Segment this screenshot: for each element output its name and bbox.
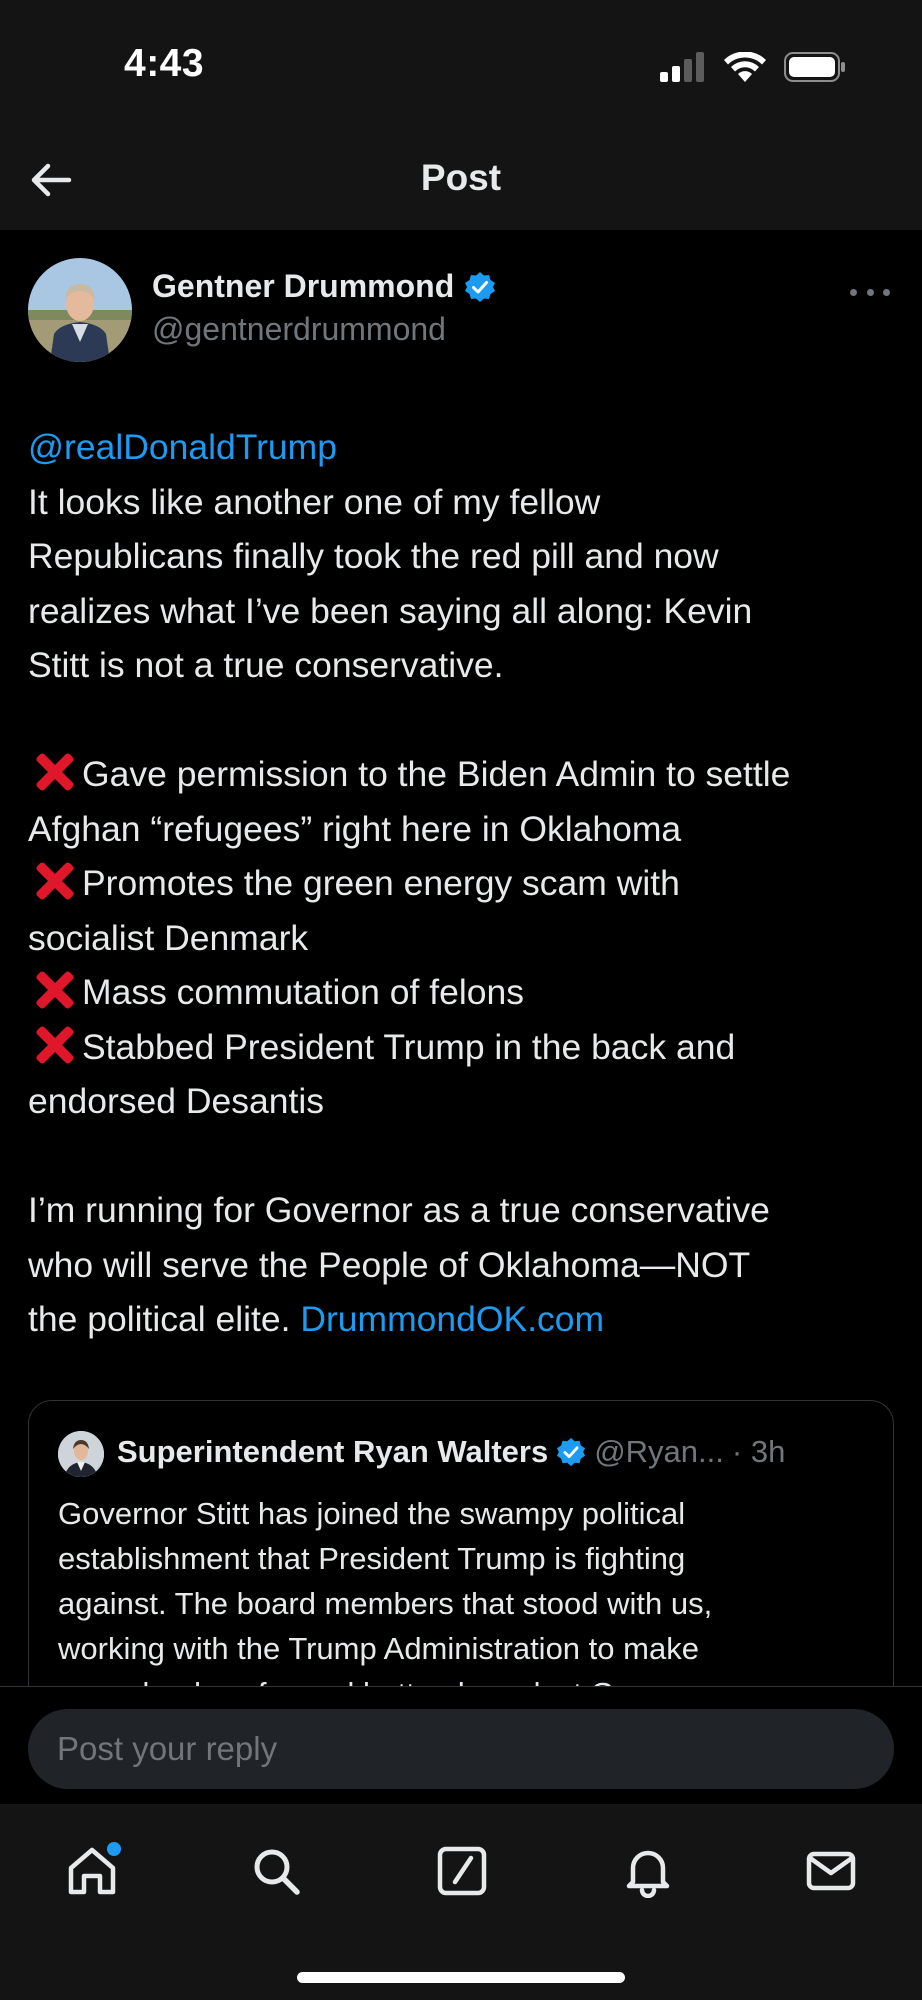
notification-dot [107,1842,121,1856]
cross-mark-icon [28,1024,78,1064]
post-text-line: socialist Denmark [28,917,309,958]
cellular-signal-icon [660,52,704,82]
more-dot-icon [866,288,874,296]
quoted-text-line: against. The board members that stood wi… [58,1586,713,1621]
avatar-image [28,258,132,362]
quoted-author-handle: @Ryan... [594,1434,724,1469]
mention-link[interactable]: @realDonaldTrump [28,427,337,467]
home-indicator [297,1972,625,1983]
bullet-item: Mass commutation of felons [28,965,898,1020]
post-text-line: It looks like another one of my fellow [28,481,601,522]
cross-mark-icon [28,860,78,900]
mail-icon [806,1851,856,1891]
author-name[interactable]: Gentner Drummond [152,268,496,305]
cross-mark-icon [28,751,78,791]
post-text-line: Afghan “refugees” right here in Oklahoma [28,808,682,849]
compose-icon [437,1846,487,1896]
quoted-text-line: Governor Stitt has joined the swampy pol… [58,1496,686,1531]
status-time: 4:43 [124,42,205,85]
author-name-text: Gentner Drummond [152,268,455,304]
quoted-avatar-image [58,1431,104,1477]
status-icons [660,52,846,82]
bullet-item: Stabbed President Trump in the back and [28,1020,898,1075]
quoted-author-avatar [58,1431,104,1477]
wifi-icon [724,52,766,82]
page-title: Post [420,157,502,198]
status-bar: 4:43 [0,0,922,135]
quoted-text-line: working with the Trump Administration to… [58,1631,699,1666]
quoted-text-line: our schools safer and better, have lost … [58,1671,868,1686]
bell-icon [626,1850,670,1898]
bottom-tab-bar [0,1804,922,2000]
more-dot-icon [883,288,890,296]
tab-notifications[interactable] [613,1836,683,1906]
tab-search[interactable] [241,1836,311,1906]
post: Gentner Drummond @gentnerdrummond @realD… [0,230,922,1686]
post-text-line: endorsed Desantis [28,1081,325,1121]
post-text-line: who will serve the People of Oklahoma—NO… [28,1244,751,1285]
verified-badge-icon [465,271,496,302]
tab-home[interactable] [57,1836,127,1906]
tab-messages[interactable] [796,1836,866,1906]
bullet-item: Promotes the green energy scam with [28,856,898,911]
reply-input[interactable] [28,1709,894,1789]
verified-badge-icon [557,1437,586,1467]
author-avatar[interactable] [28,258,132,362]
quoted-text-line: establishment that President Trump is fi… [58,1541,686,1576]
reply-bar [0,1686,922,1804]
author-handle[interactable]: @gentnerdrummond [152,311,446,348]
cross-mark-icon [28,969,78,1009]
quoted-post-text: Governor Stitt has joined the swampy pol… [58,1491,868,1686]
post-text-line: realizes what I’ve been saying all along… [28,590,753,631]
quoted-post-header: Superintendent Ryan Walters @Ryan... · 3… [117,1434,785,1470]
more-options-button[interactable] [850,282,890,302]
post-text: @realDonaldTrump It looks like another o… [28,420,898,1347]
post-text-line: Republicans finally took the red pill an… [28,536,719,576]
top-navigation-bar: Post [0,135,922,230]
quoted-post-time: · 3h [731,1434,786,1469]
more-dot-icon [850,288,857,296]
post-text-line: Stitt is not a true conservative. [28,645,504,685]
post-text-line: the political elite. [28,1299,301,1339]
quoted-post-card[interactable]: Superintendent Ryan Walters @Ryan... · 3… [28,1400,894,1686]
tab-compose[interactable] [427,1836,497,1906]
bullet-item: Gave permission to the Biden Admin to se… [28,747,898,802]
quoted-author-name: Superintendent Ryan Walters [117,1434,549,1469]
website-link[interactable]: DrummondOK.com [300,1299,604,1339]
post-text-line: I’m running for Governor as a true conse… [28,1190,770,1230]
battery-icon [784,52,845,82]
search-icon [254,1849,300,1895]
